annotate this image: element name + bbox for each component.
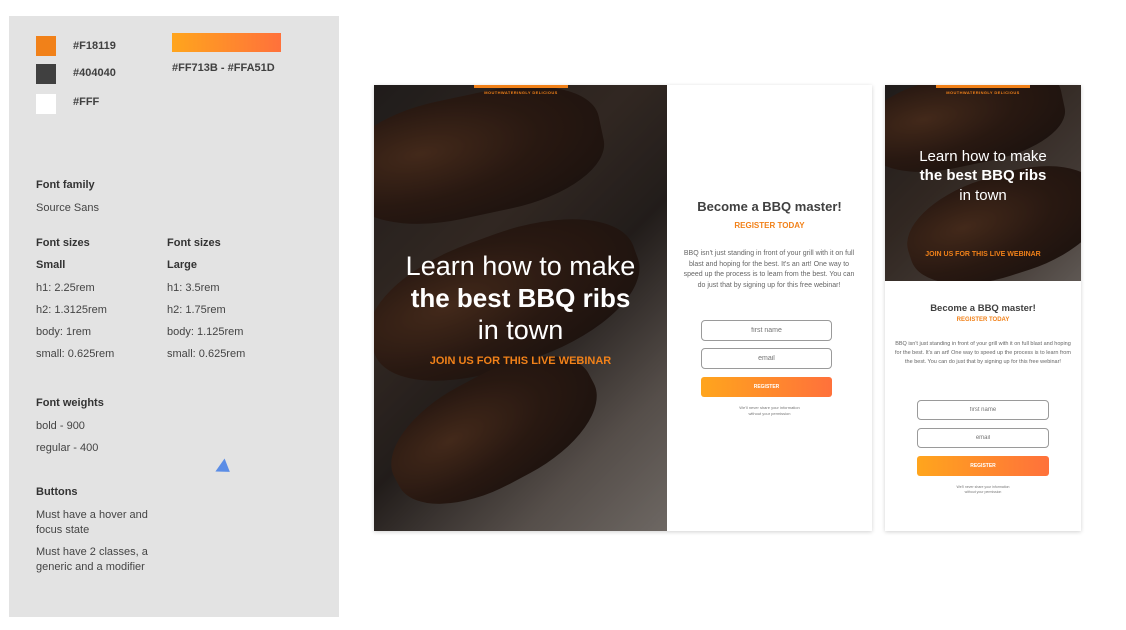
hero-cta: JOIN US FOR THIS LIVE WEBINAR: [429, 355, 612, 367]
font-sizes-large-sub: Large: [167, 259, 197, 271]
form-body-mobile: BBQ isn't just standing in front of your…: [895, 341, 1071, 365]
form-body: BBQ isn't just standing in front of your…: [683, 250, 855, 289]
hero-image-mobile: MOUTHWATERINGLY DELICIOUS Learn how to m…: [885, 85, 1081, 281]
form-title: Become a BBQ master!: [697, 199, 842, 214]
font-size-large-body: body: 1.125rem: [167, 326, 244, 338]
font-size-small-body: body: 1rem: [36, 326, 92, 338]
tagline-mobile: MOUTHWATERINGLY DELICIOUS: [936, 85, 1030, 97]
email-input-mobile[interactable]: [917, 428, 1049, 448]
font-size-small-small: small: 0.625rem: [36, 348, 115, 360]
first-name-input[interactable]: [701, 320, 832, 341]
swatch-orange: [36, 36, 56, 56]
fine-print-line-1-mobile: We'll never share your information: [956, 485, 1010, 489]
form-subtitle-mobile: REGISTER TODAY: [956, 317, 1010, 323]
tagline: MOUTHWATERINGLY DELICIOUS: [474, 85, 568, 97]
mobile-mockup: MOUTHWATERINGLY DELICIOUS Learn how to m…: [885, 85, 1081, 531]
buttons-title: Buttons: [36, 486, 78, 498]
font-weight-bold: bold - 900: [36, 420, 85, 432]
hero-line-3: in town: [477, 315, 564, 345]
gradient-label: #FF713B - #FFA51D: [172, 62, 275, 74]
font-weight-regular: regular - 400: [36, 442, 99, 454]
fine-print-line-2-mobile: without your permission: [964, 490, 1002, 494]
hero-line-1-mobile: Learn how to make: [919, 148, 1047, 165]
hero-image: MOUTHWATERINGLY DELICIOUS Learn how to m…: [374, 85, 667, 531]
swatch-white-label: #FFF: [73, 96, 100, 108]
form-title-mobile: Become a BBQ master!: [930, 303, 1036, 314]
desktop-mockup: MOUTHWATERINGLY DELICIOUS Learn how to m…: [374, 85, 872, 531]
form-subtitle: REGISTER TODAY: [734, 221, 805, 230]
hero-cta-mobile: JOIN US FOR THIS LIVE WEBINAR: [925, 251, 1041, 258]
font-family-value: Source Sans: [36, 202, 99, 214]
swatch-dark: [36, 64, 56, 84]
mouse-pointer-icon: [215, 458, 235, 479]
hero-line-1: Learn how to make: [405, 251, 636, 281]
font-weights-title: Font weights: [36, 397, 104, 409]
hero-line-3-mobile: in town: [959, 187, 1007, 204]
font-size-large-small: small: 0.625rem: [167, 348, 246, 360]
gradient-swatch: [172, 33, 281, 52]
style-guide-panel: #F18119 #404040 #FFF #FF713B - #FFA51D F…: [9, 16, 339, 617]
font-size-large-h1: h1: 3.5rem: [167, 282, 220, 294]
swatch-white: [36, 94, 56, 114]
first-name-input-mobile[interactable]: [917, 400, 1049, 420]
font-size-large-h2: h2: 1.75rem: [167, 304, 226, 316]
fine-print-line-2: without your permission: [748, 411, 791, 416]
register-button-mobile[interactable]: REGISTER: [917, 456, 1049, 476]
swatch-dark-label: #404040: [73, 67, 116, 79]
font-size-small-h2: h2: 1.3125rem: [36, 304, 107, 316]
font-sizes-small-sub: Small: [36, 259, 66, 271]
font-sizes-small-title: Font sizes: [36, 237, 90, 249]
swatch-orange-label: #F18119: [73, 40, 116, 52]
hero-line-2: the best BBQ ribs: [410, 283, 631, 313]
font-family-title: Font family: [36, 179, 95, 191]
buttons-note-classes: Must have 2 classes, a generic and a mod…: [36, 546, 148, 573]
fine-print-line-1: We'll never share your information: [739, 405, 800, 410]
hero-line-2-mobile: the best BBQ ribs: [919, 167, 1047, 184]
font-sizes-large-title: Font sizes: [167, 237, 221, 249]
buttons-note-hover: Must have a hover and focus state: [36, 509, 148, 536]
font-size-small-h1: h1: 2.25rem: [36, 282, 95, 294]
register-button[interactable]: REGISTER: [701, 377, 832, 397]
email-input[interactable]: [701, 348, 832, 369]
